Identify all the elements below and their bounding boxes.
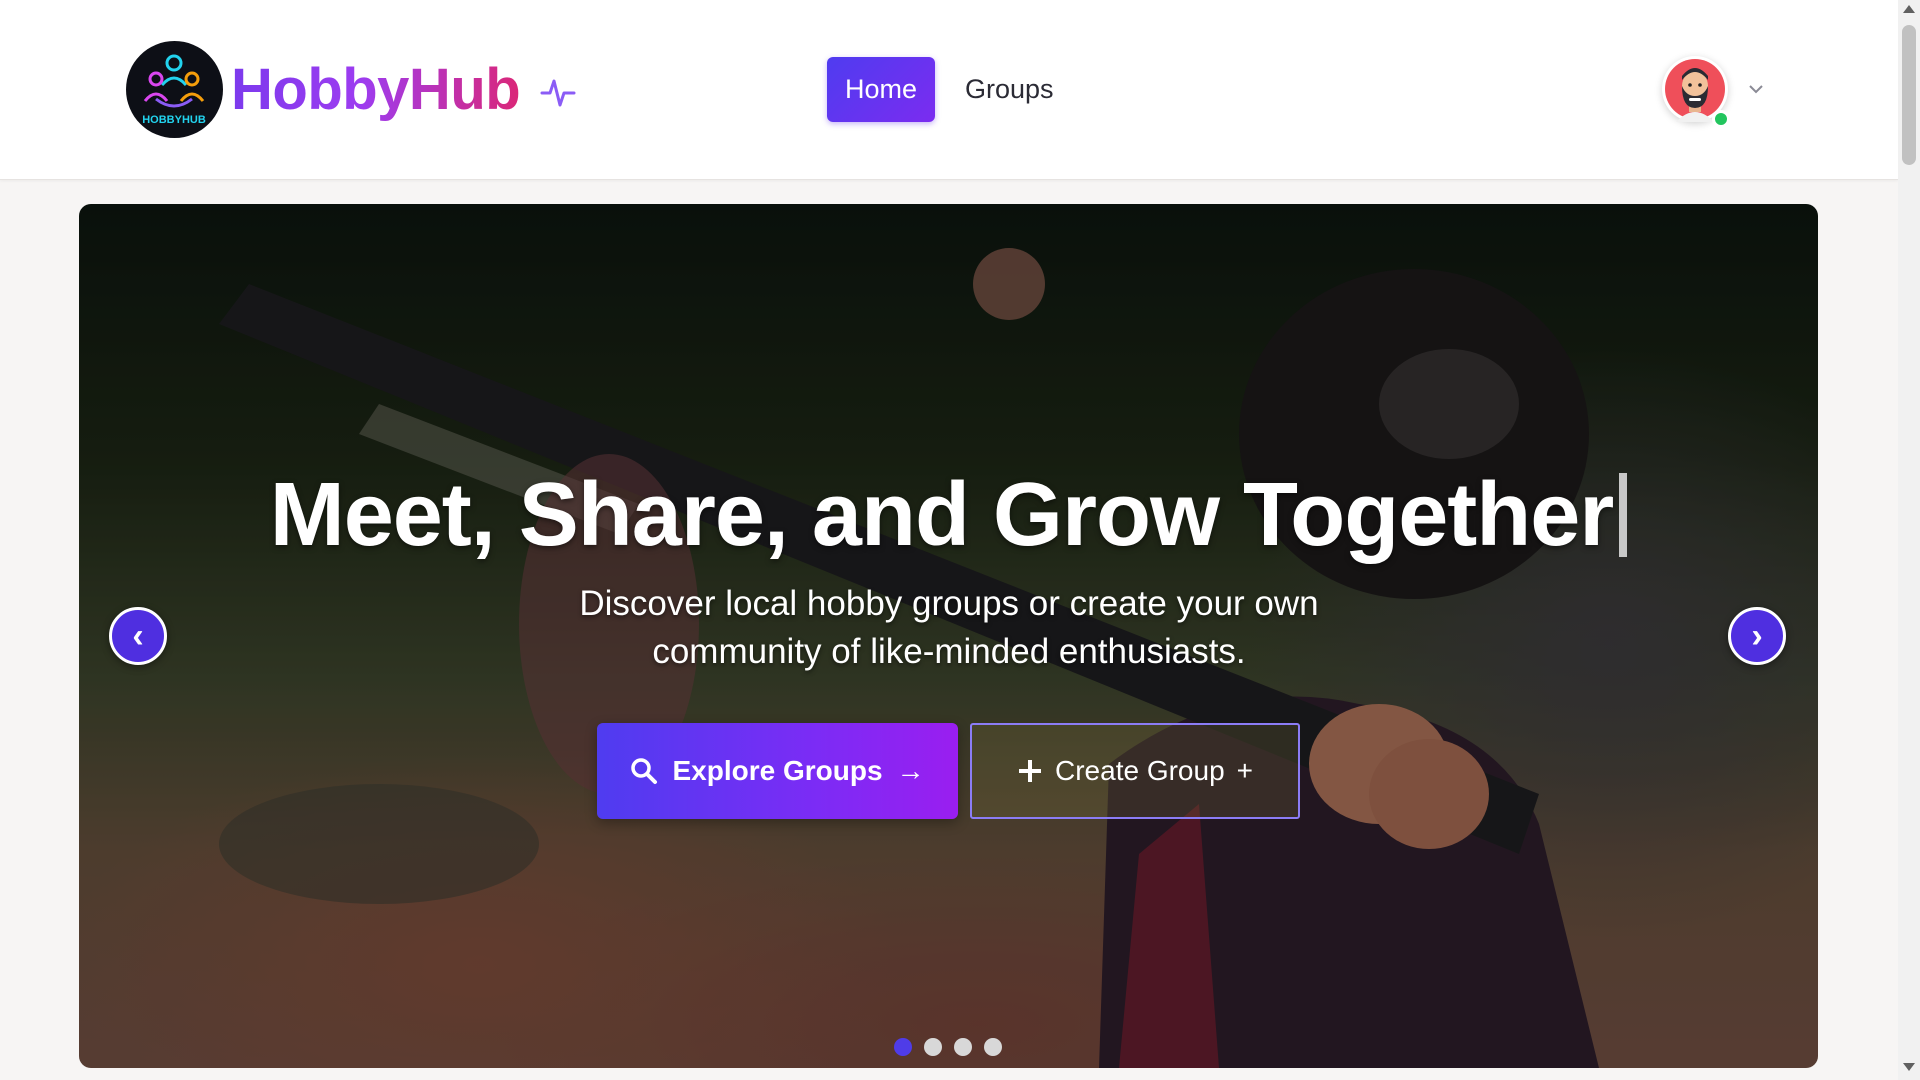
plus-icon bbox=[1019, 760, 1041, 782]
chevron-left-icon: ‹ bbox=[132, 616, 144, 655]
carousel-indicators bbox=[894, 1038, 1014, 1056]
chevron-right-icon: › bbox=[1751, 616, 1763, 655]
hero-carousel: Meet, Share, and Grow Together Discover … bbox=[79, 204, 1818, 1068]
user-menu[interactable] bbox=[1662, 56, 1764, 128]
hero-title-text: Meet, Share, and Grow Together bbox=[269, 465, 1615, 565]
plus-suffix-icon: + bbox=[1236, 755, 1253, 786]
page-scrollbar[interactable] bbox=[1898, 0, 1920, 1080]
carousel-dot-1[interactable] bbox=[894, 1038, 912, 1056]
typing-caret bbox=[1619, 473, 1628, 557]
chevron-down-icon[interactable] bbox=[1748, 84, 1764, 94]
scroll-thumb[interactable] bbox=[1902, 25, 1916, 165]
avatar[interactable] bbox=[1662, 56, 1730, 128]
hero-subtitle: Discover local hobby groups or create yo… bbox=[579, 584, 1319, 671]
brand-link[interactable]: HOBBYHUB HobbyHub bbox=[126, 41, 576, 138]
create-group-button[interactable]: Create Group + bbox=[970, 723, 1300, 819]
svg-text:HOBBYHUB: HOBBYHUB bbox=[142, 114, 206, 126]
carousel-dot-3[interactable] bbox=[954, 1038, 972, 1056]
create-group-label: Create Group bbox=[1055, 755, 1225, 786]
explore-groups-label: Explore Groups bbox=[672, 755, 883, 786]
explore-groups-button[interactable]: Explore Groups → bbox=[597, 723, 958, 819]
pulse-icon bbox=[540, 79, 576, 106]
scroll-down-arrow-icon[interactable] bbox=[1903, 1063, 1915, 1071]
nav-groups-link[interactable]: Groups bbox=[965, 74, 1054, 105]
top-navbar: HOBBYHUB HobbyHub Home Groups bbox=[0, 0, 1898, 180]
main-nav: Home Groups bbox=[827, 57, 1054, 122]
online-status-dot bbox=[1712, 110, 1730, 128]
hero-title: Meet, Share, and Grow Together bbox=[79, 464, 1818, 567]
brand-name: HobbyHub bbox=[231, 57, 521, 122]
carousel-dot-2[interactable] bbox=[924, 1038, 942, 1056]
carousel-next-button[interactable]: › bbox=[1728, 607, 1786, 665]
brand-logo: HOBBYHUB bbox=[126, 41, 223, 138]
carousel-prev-button[interactable]: ‹ bbox=[109, 607, 167, 665]
arrow-right-icon: → bbox=[896, 755, 925, 786]
search-icon bbox=[631, 758, 658, 784]
scroll-up-arrow-icon[interactable] bbox=[1903, 5, 1915, 13]
nav-home-link[interactable]: Home bbox=[827, 57, 935, 122]
carousel-dot-4[interactable] bbox=[984, 1038, 1002, 1056]
